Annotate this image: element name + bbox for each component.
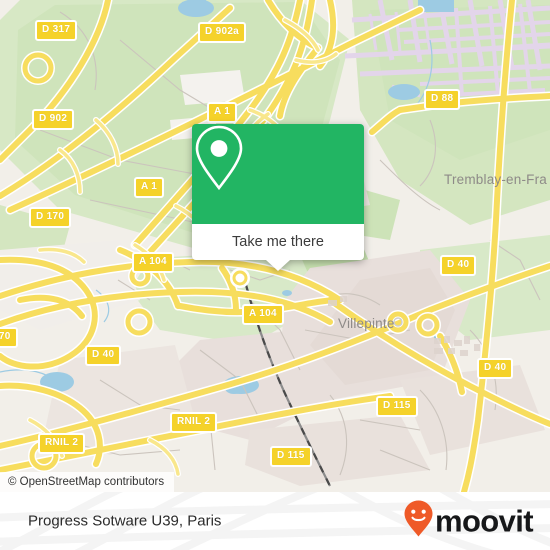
road-shield: A 1 <box>134 177 165 198</box>
map-screenshot: D 317 D 902a A 1 D 88 D 902 A 1 D 170 A 104 D 40… <box>0 0 550 550</box>
moovit-pin-icon <box>403 500 434 543</box>
road-shield: D 317 <box>35 20 78 41</box>
road-shield: D 115 <box>376 396 418 417</box>
moovit-logo[interactable]: moovit <box>403 500 534 543</box>
road-shield: RNIL 2 <box>170 412 218 433</box>
road-shield: 370 <box>0 327 18 348</box>
popup-pointer-arrow <box>266 260 290 271</box>
road-shield: D 40 <box>85 345 122 366</box>
road-shield: D 88 <box>424 89 461 110</box>
road-shield: A 104 <box>132 252 174 273</box>
take-me-there-button[interactable]: Take me there <box>192 224 364 271</box>
location-popup-card[interactable]: Take me there <box>192 124 364 271</box>
popup-icon-panel <box>192 124 364 224</box>
place-label: Tremblay-en-Fra <box>444 172 548 187</box>
map-canvas[interactable]: D 317 D 902a A 1 D 88 D 902 A 1 D 170 A 104 D 40… <box>0 0 550 492</box>
moovit-wordmark: moovit <box>434 503 534 539</box>
road-shield: D 40 <box>440 255 477 276</box>
road-shield: D 40 <box>477 358 514 379</box>
road-shield: D 115 <box>270 446 312 467</box>
road-shield: A 104 <box>242 304 284 325</box>
road-shield: D 170 <box>29 207 72 228</box>
road-shield: RNIL 2 <box>38 433 86 454</box>
road-shield: D 902a <box>198 22 247 43</box>
road-shield: D 902 <box>32 109 75 130</box>
osm-attribution[interactable]: © OpenStreetMap contributors <box>0 472 175 492</box>
page-title: Progress Sotware U39, Paris <box>28 512 222 530</box>
footer-bar: Progress Sotware U39, Paris moovit <box>0 492 550 550</box>
road-shield: A 1 <box>207 102 238 123</box>
place-label: Villepinte <box>338 316 395 331</box>
take-me-there-label: Take me there <box>232 234 324 250</box>
